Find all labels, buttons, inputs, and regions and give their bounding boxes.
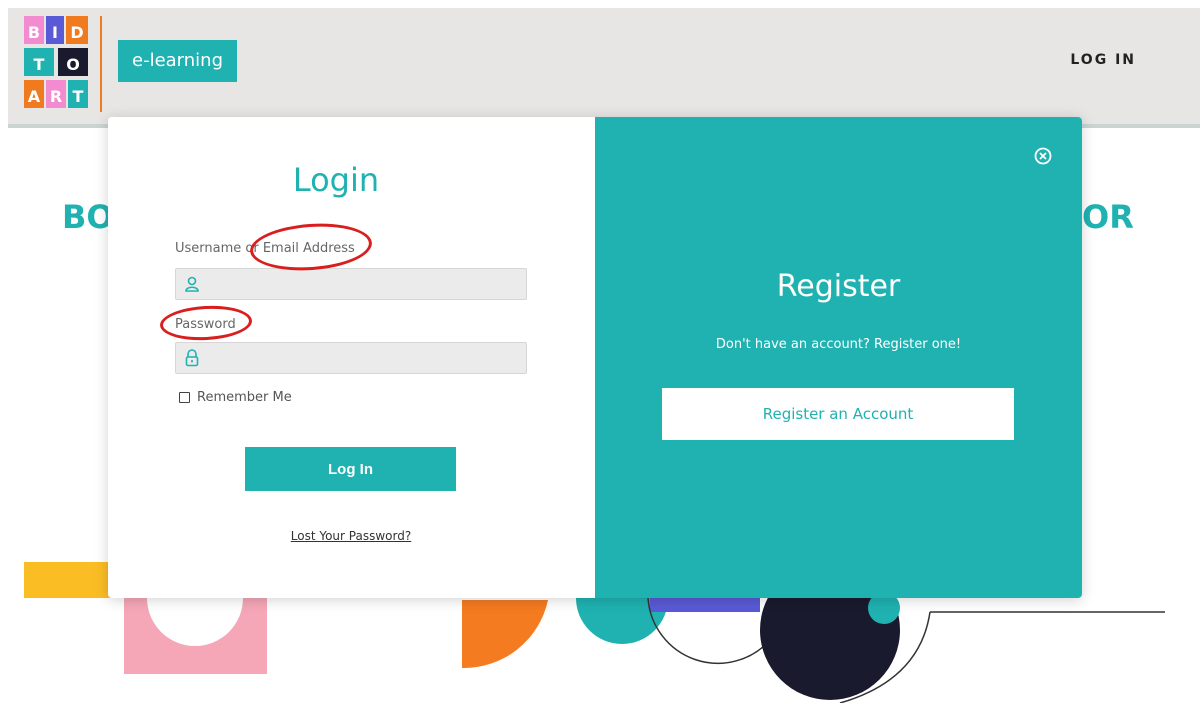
- password-label: Password: [175, 317, 236, 332]
- elearning-badge[interactable]: e-learning: [118, 40, 238, 82]
- username-input[interactable]: [206, 271, 516, 297]
- remember-me-checkbox[interactable]: [179, 392, 190, 403]
- svg-text:O: O: [66, 55, 80, 74]
- bid-to-art-logo[interactable]: B I D T O A R T: [24, 16, 88, 108]
- user-icon: [185, 276, 199, 292]
- register-description: Don't have an account? Register one!: [715, 337, 962, 352]
- remember-me-label: Remember Me: [197, 390, 292, 405]
- login-register-modal: Login Username or Email Address Password…: [108, 117, 1082, 598]
- register-title: Register: [776, 269, 901, 304]
- password-field[interactable]: [175, 342, 527, 374]
- register-account-button[interactable]: Register an Account: [662, 388, 1014, 440]
- password-input[interactable]: [206, 345, 516, 371]
- lost-password-link[interactable]: Lost Your Password?: [108, 529, 594, 543]
- register-panel: Register Don't have an account? Register…: [595, 117, 1082, 598]
- svg-text:T: T: [73, 87, 84, 106]
- username-label: Username or Email Address: [175, 241, 355, 256]
- login-panel: Login Username or Email Address Password…: [108, 117, 595, 598]
- hero-heading-left: BO: [62, 198, 114, 236]
- svg-text:T: T: [34, 55, 45, 74]
- remember-me[interactable]: Remember Me: [179, 390, 292, 405]
- svg-text:B: B: [28, 23, 40, 42]
- hero-heading-right: OR: [1082, 198, 1134, 236]
- logo-divider: [100, 16, 102, 112]
- svg-text:A: A: [28, 87, 41, 106]
- lock-icon: [185, 349, 199, 367]
- close-icon[interactable]: [1034, 147, 1052, 165]
- header-login-link[interactable]: LOG IN: [1070, 52, 1136, 68]
- username-field[interactable]: [175, 268, 527, 300]
- svg-text:D: D: [70, 23, 83, 42]
- svg-text:I: I: [52, 23, 58, 42]
- login-button[interactable]: Log In: [245, 447, 456, 491]
- login-title: Login: [292, 161, 380, 199]
- site-header: B I D T O A R T e-learning LOG IN: [8, 8, 1200, 128]
- svg-text:R: R: [50, 87, 62, 106]
